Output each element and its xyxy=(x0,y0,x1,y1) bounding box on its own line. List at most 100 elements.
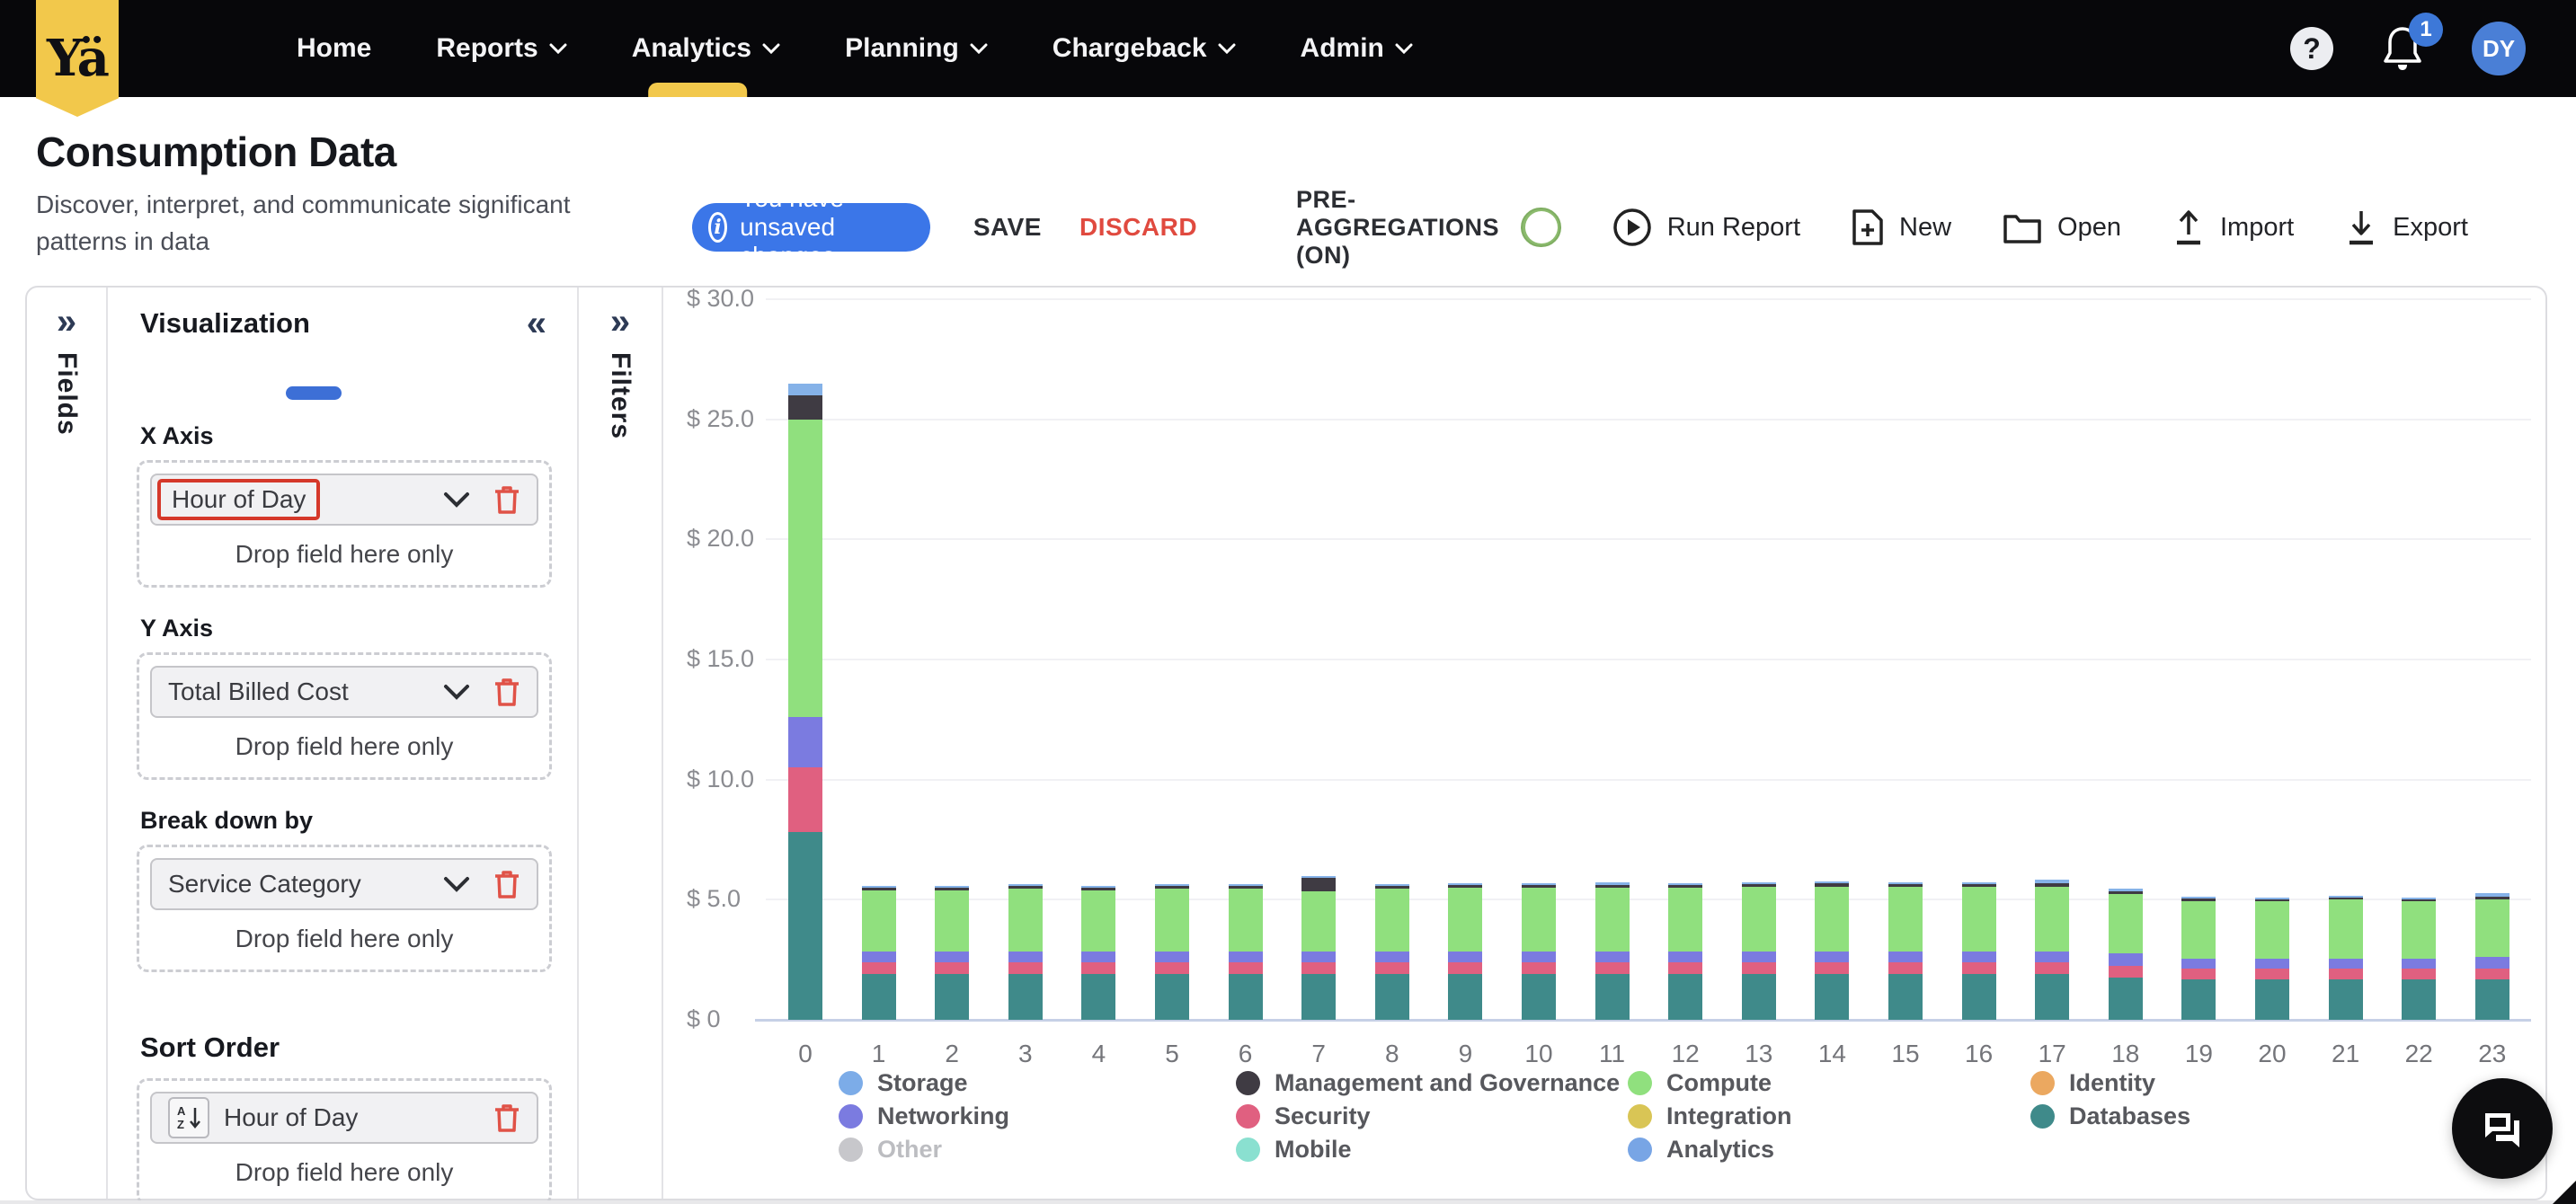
bar-segment-networking-h1[interactable] xyxy=(862,952,896,962)
bar-segment-storage-h0[interactable] xyxy=(788,384,822,395)
sort-order-dropzone[interactable]: AZ Hour of Day Drop field here only xyxy=(137,1078,552,1204)
bar-segment-networking-h23[interactable] xyxy=(2475,957,2509,968)
bar-segment-storage-h5[interactable] xyxy=(1155,884,1189,886)
chart-type-scrollbar[interactable] xyxy=(286,386,342,400)
nav-item-analytics[interactable]: Analytics xyxy=(632,0,780,97)
chevron-down-icon[interactable] xyxy=(443,876,470,892)
bar-segment-databases-h3[interactable] xyxy=(1008,974,1043,1020)
bar-segment-databases-h14[interactable] xyxy=(1815,974,1849,1020)
run-report-button[interactable]: Run Report xyxy=(1612,207,1800,248)
bar-segment-management-and-governance-h0[interactable] xyxy=(788,395,822,420)
bar-segment-compute-h4[interactable] xyxy=(1081,890,1115,952)
bar-segment-storage-h3[interactable] xyxy=(1008,884,1043,886)
bar-segment-security-h17[interactable] xyxy=(2035,962,2069,974)
bar-segment-storage-h10[interactable] xyxy=(1522,883,1556,885)
bar-segment-security-h11[interactable] xyxy=(1595,962,1630,974)
bar-segment-storage-h12[interactable] xyxy=(1668,883,1702,885)
sort-order-item[interactable]: AZ Hour of Day xyxy=(150,1092,538,1144)
trash-icon[interactable] xyxy=(493,484,520,515)
bar-segment-storage-h7[interactable] xyxy=(1301,876,1336,878)
bar-segment-databases-h15[interactable] xyxy=(1888,974,1923,1020)
breakdown-select[interactable]: Service Category xyxy=(150,858,538,910)
bar-segment-storage-h1[interactable] xyxy=(862,886,896,888)
bar-segment-security-h22[interactable] xyxy=(2402,969,2436,979)
bar-segment-management-and-governance-h7[interactable] xyxy=(1301,877,1336,891)
bar-segment-databases-h23[interactable] xyxy=(2475,979,2509,1020)
bar-segment-security-h10[interactable] xyxy=(1522,962,1556,974)
bar-segment-storage-h17[interactable] xyxy=(2035,880,2069,882)
bar-segment-management-and-governance-h11[interactable] xyxy=(1595,885,1630,888)
bar-segment-security-h23[interactable] xyxy=(2475,969,2509,979)
bar-segment-networking-h19[interactable] xyxy=(2181,959,2216,969)
bar-segment-storage-h6[interactable] xyxy=(1229,884,1263,886)
bar-segment-networking-h11[interactable] xyxy=(1595,952,1630,962)
chevron-down-icon[interactable] xyxy=(443,684,470,700)
bar-segment-networking-h8[interactable] xyxy=(1375,952,1409,962)
legend-item-identity[interactable]: Identity xyxy=(2030,1069,2190,1096)
collapse-visualization-icon[interactable]: « xyxy=(527,304,546,344)
y-axis-dropzone[interactable]: Total Billed Cost Drop field here only xyxy=(137,652,552,780)
bar-segment-security-h4[interactable] xyxy=(1081,962,1115,974)
legend-item-analytics[interactable]: Analytics xyxy=(1628,1136,1792,1163)
bar-segment-storage-h8[interactable] xyxy=(1375,884,1409,886)
bar-segment-management-and-governance-h18[interactable] xyxy=(2109,891,2143,894)
bar-segment-databases-h9[interactable] xyxy=(1448,974,1482,1020)
bar-segment-compute-h3[interactable] xyxy=(1008,889,1043,952)
bar-segment-compute-h23[interactable] xyxy=(2475,899,2509,957)
chat-fab-button[interactable] xyxy=(2452,1078,2553,1179)
bar-segment-storage-h18[interactable] xyxy=(2109,889,2143,891)
bar-segment-management-and-governance-h20[interactable] xyxy=(2255,899,2289,901)
bar-segment-security-h19[interactable] xyxy=(2181,969,2216,979)
bar-segment-databases-h21[interactable] xyxy=(2329,979,2363,1020)
bar-segment-security-h1[interactable] xyxy=(862,962,896,974)
bar-segment-networking-h17[interactable] xyxy=(2035,952,2069,962)
bar-segment-security-h14[interactable] xyxy=(1815,962,1849,974)
trash-icon[interactable] xyxy=(493,1102,520,1133)
bar-segment-security-h18[interactable] xyxy=(2109,966,2143,978)
bar-segment-compute-h0[interactable] xyxy=(788,420,822,717)
bar-segment-compute-h14[interactable] xyxy=(1815,887,1849,952)
bar-segment-compute-h19[interactable] xyxy=(2181,901,2216,959)
bar-segment-networking-h22[interactable] xyxy=(2402,959,2436,969)
bar-segment-security-h3[interactable] xyxy=(1008,962,1043,974)
bar-segment-databases-h10[interactable] xyxy=(1522,974,1556,1020)
legend-item-integration[interactable]: Integration xyxy=(1628,1102,1792,1129)
bar-segment-compute-h20[interactable] xyxy=(2255,901,2289,959)
bar-segment-databases-h6[interactable] xyxy=(1229,974,1263,1020)
bar-segment-security-h15[interactable] xyxy=(1888,962,1923,974)
bar-segment-networking-h20[interactable] xyxy=(2255,959,2289,969)
brand-logo[interactable]: Yä xyxy=(36,0,119,117)
bar-segment-networking-h16[interactable] xyxy=(1962,952,1996,962)
save-button[interactable]: SAVE xyxy=(973,213,1042,242)
preaggregations-toggle[interactable] xyxy=(1521,208,1561,247)
expand-fields-icon[interactable]: » xyxy=(57,302,76,342)
bar-segment-networking-h10[interactable] xyxy=(1522,952,1556,962)
bar-segment-databases-h17[interactable] xyxy=(2035,974,2069,1020)
bar-segment-management-and-governance-h23[interactable] xyxy=(2475,897,2509,899)
legend-item-mobile[interactable]: Mobile xyxy=(1236,1136,1620,1163)
y-axis-select[interactable]: Total Billed Cost xyxy=(150,666,538,718)
bar-segment-management-and-governance-h17[interactable] xyxy=(2035,883,2069,887)
bar-segment-storage-h14[interactable] xyxy=(1815,881,1849,884)
bar-segment-databases-h11[interactable] xyxy=(1595,974,1630,1020)
bar-segment-compute-h12[interactable] xyxy=(1668,888,1702,952)
avatar[interactable]: DY xyxy=(2472,22,2526,75)
nav-item-reports[interactable]: Reports xyxy=(436,0,566,97)
open-report-button[interactable]: Open xyxy=(2002,209,2121,245)
bar-segment-compute-h10[interactable] xyxy=(1522,888,1556,952)
bar-segment-networking-h9[interactable] xyxy=(1448,952,1482,962)
bar-segment-networking-h2[interactable] xyxy=(935,952,969,962)
bar-segment-databases-h12[interactable] xyxy=(1668,974,1702,1020)
bar-segment-databases-h18[interactable] xyxy=(2109,978,2143,1020)
bar-segment-management-and-governance-h19[interactable] xyxy=(2181,899,2216,901)
legend-item-databases[interactable]: Databases xyxy=(2030,1102,2190,1129)
bar-segment-storage-h22[interactable] xyxy=(2402,898,2436,899)
help-icon[interactable]: ? xyxy=(2290,27,2333,70)
nav-item-admin[interactable]: Admin xyxy=(1301,0,1413,97)
bar-segment-networking-h6[interactable] xyxy=(1229,952,1263,962)
bar-segment-networking-h21[interactable] xyxy=(2329,959,2363,969)
bar-segment-databases-h20[interactable] xyxy=(2255,979,2289,1020)
trash-icon[interactable] xyxy=(493,869,520,899)
bar-segment-networking-h18[interactable] xyxy=(2109,953,2143,965)
bar-segment-databases-h7[interactable] xyxy=(1301,974,1336,1020)
